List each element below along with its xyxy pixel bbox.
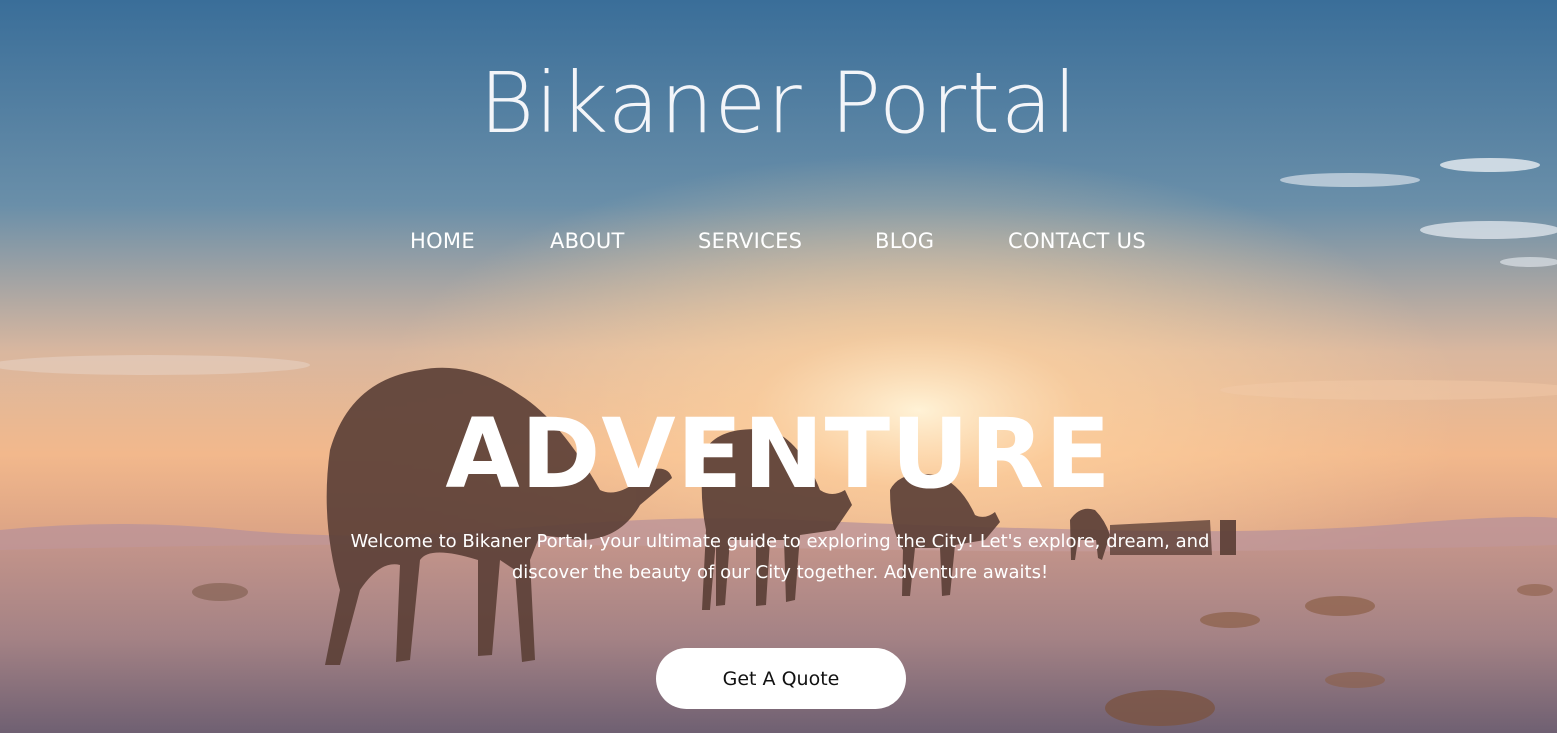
nav-home[interactable]: HOME bbox=[410, 229, 475, 253]
nav-services[interactable]: SERVICES bbox=[698, 229, 802, 253]
hero-intro-text: Welcome to Bikaner Portal, your ultimate… bbox=[350, 531, 1210, 583]
hero-section: Bikaner Portal HOME ABOUT SERVICES BLOG … bbox=[0, 0, 1557, 733]
main-nav: HOME ABOUT SERVICES BLOG CONTACT US bbox=[0, 229, 1557, 257]
site-title: Bikaner Portal bbox=[479, 54, 1078, 152]
nav-blog[interactable]: BLOG bbox=[875, 229, 934, 253]
get-a-quote-button[interactable]: Get A Quote bbox=[656, 648, 906, 709]
nav-about[interactable]: ABOUT bbox=[550, 229, 625, 253]
hero-headline: ADVENTURE bbox=[445, 398, 1112, 510]
nav-contact-us[interactable]: CONTACT US bbox=[1008, 229, 1146, 253]
